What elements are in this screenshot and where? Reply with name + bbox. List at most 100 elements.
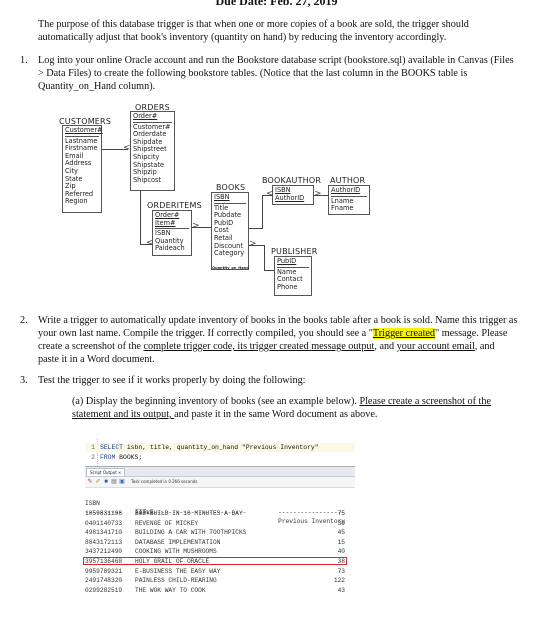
sql-keyword: FROM xyxy=(100,454,116,461)
cell-inventory: 122 xyxy=(333,577,345,585)
code-line: 1 SELECT isbn, title, quantity_on_hand "P… xyxy=(85,443,355,452)
table-row: 2491748320 PAINLESS CHILD-REARING 122 xyxy=(85,576,347,585)
export-icon[interactable]: ▣ xyxy=(119,479,125,485)
eraser-icon[interactable]: ✐ xyxy=(95,479,101,485)
books-field: Category xyxy=(214,249,245,258)
author-key: AuthorID xyxy=(331,186,367,197)
publisher-entity: PubID Name Contact Phone xyxy=(274,256,312,296)
orderitems-key-2: Item# xyxy=(155,219,189,230)
sql-editor: 1 SELECT isbn, title, quantity_on_hand "P… xyxy=(85,439,355,467)
publisher-key: PubID xyxy=(277,257,309,268)
cell-isbn: 9959789321 xyxy=(85,567,123,575)
cell-title: THE WOK WAY TO COOK xyxy=(135,586,206,594)
crowfoot-icon: < xyxy=(146,238,154,248)
crowfoot-icon: < xyxy=(123,143,131,153)
crowfoot-icon: > xyxy=(314,189,322,199)
step-2-underlined-2: your account email xyxy=(396,341,475,352)
books-quantity-on-hand-field: Quantity_on_Hand xyxy=(212,266,249,270)
step-2-underlined-1: complete trigger code, its trigger creat… xyxy=(143,341,375,352)
output-tab-bar: Script Output × xyxy=(85,467,355,477)
due-date-heading: Due Date: Feb. 27, 2019 xyxy=(215,0,338,8)
bookauthor-key-2: AuthorID xyxy=(275,193,305,202)
pin-icon[interactable]: ✎ xyxy=(87,479,93,485)
author-field: Fname xyxy=(331,204,354,213)
crowfoot-icon: < xyxy=(266,189,274,199)
books-entity: ISBN Title Pubdate PubID Cost Retail Discount… xyxy=(211,192,249,270)
sql-developer-screenshot: 1 SELECT isbn, title, quantity_on_hand "P… xyxy=(83,439,355,622)
orders-entity: Order# Customer# Orderdate Shipdate Shipstr… xyxy=(130,111,175,191)
sql-keyword: SELECT xyxy=(100,444,124,451)
cell-title: E-BUSINESS THE EASY WAY xyxy=(135,567,221,575)
step-1-text: Log into your online Oracle account and … xyxy=(38,55,514,92)
cell-inventory: 15 xyxy=(337,538,345,546)
table-row: 0401140733 REVENGE OF MICKEY 30 xyxy=(85,519,347,528)
save-icon[interactable]: ■ xyxy=(103,479,109,485)
cell-inventory: 30 xyxy=(337,519,345,527)
cell-title: BUILDING A CAR WITH TOOTHPICKS xyxy=(135,529,247,537)
cell-isbn: 4981341710 xyxy=(85,529,123,537)
output-header: ISBN TITLE Previous Inventory xyxy=(85,490,347,525)
trigger-created-highlight: Trigger created xyxy=(372,328,436,339)
step-2-text-c: , and xyxy=(374,341,397,352)
books-key: ISBN xyxy=(214,193,246,204)
cell-isbn: 2491748320 xyxy=(85,577,123,585)
table-row: 4981341710 BUILDING A CAR WITH TOOTHPICKS… xyxy=(85,528,347,537)
sql-code: isbn, title, quantity_on_hand "Previous … xyxy=(123,444,319,451)
orders-field: Shipcost xyxy=(133,175,162,184)
step-1: 1. Log into your online Oracle account a… xyxy=(20,54,518,93)
step-3a-text: (a) Display the beginning inventory of b… xyxy=(72,396,360,407)
tab-script-output[interactable]: Script Output × xyxy=(86,468,126,476)
customers-entity: Customer# Lastname Firstname Email Address C… xyxy=(62,125,103,213)
table-row: 8843172113 DATABASE IMPLEMENTATION 15 xyxy=(85,538,347,547)
sql-code: BOOKS; xyxy=(115,454,143,461)
rel-orders-orderitems xyxy=(140,191,141,244)
rel-books-publisher-v xyxy=(264,245,265,270)
table-row: 0299282519 THE WOK WAY TO COOK 43 xyxy=(85,586,347,595)
cell-isbn: 1059831198 xyxy=(85,510,123,517)
highlighted-row-box xyxy=(83,557,347,565)
cell-inventory: 45 xyxy=(337,529,345,537)
bookauthor-entity: ISBN AuthorID xyxy=(272,185,314,205)
customers-key: Customer# xyxy=(65,126,103,137)
step-3a: (a) Display the beginning inventory of b… xyxy=(72,395,512,421)
rel-books-publisher-h xyxy=(264,270,274,271)
publisher-field: Phone xyxy=(277,282,298,291)
rel-books-bookauthor xyxy=(249,228,262,229)
intro-paragraph: The purpose of this database trigger is … xyxy=(38,19,469,43)
crowfoot-icon: > xyxy=(192,221,200,231)
step-3a-text-2: and paste it in the same Word document a… xyxy=(174,409,378,420)
cell-isbn: 8843172113 xyxy=(85,538,123,546)
customers-field: Region xyxy=(65,197,88,206)
line-number: 2 xyxy=(91,454,95,461)
crowfoot-icon: > xyxy=(249,239,257,249)
cell-isbn: 3437212490 xyxy=(85,548,123,556)
cell-title: PAINLESS CHILD-REARING xyxy=(135,577,217,585)
orderitems-field: Paideach xyxy=(155,244,185,253)
output-separator: ---------- ------------------------------… xyxy=(85,509,345,516)
cell-isbn: 0299282519 xyxy=(85,586,123,594)
output-toolbar: ✎ ✐ ■ ▤ ▣ Task completed in 0.266 second… xyxy=(85,477,355,488)
table-row: 1059831198 BODYBUILD IN 10 MINUTES A DAY 7… xyxy=(85,509,347,518)
cell-isbn: 0401140733 xyxy=(85,519,123,527)
table-row: 3437212490 COOKING WITH MUSHROOMS 40 xyxy=(85,547,347,556)
cell-inventory: 75 xyxy=(337,510,345,517)
author-entity: AuthorID Lname Fname xyxy=(328,185,370,215)
orders-key: Order# xyxy=(133,112,172,123)
step-2: 2. Write a trigger to automatically upda… xyxy=(20,314,518,366)
line-number: 1 xyxy=(91,444,95,451)
step-number: 2. xyxy=(20,315,28,326)
print-icon[interactable]: ▤ xyxy=(111,479,117,485)
step-3: 3. Test the trigger to see if it works p… xyxy=(20,374,518,387)
cell-title: DATABASE IMPLEMENTATION xyxy=(135,538,221,546)
code-line: 2 FROM BOOKS; xyxy=(85,453,355,462)
cell-title: BODYBUILD IN 10 MINUTES A DAY xyxy=(135,510,243,517)
cell-title: REVENGE OF MICKEY xyxy=(135,519,199,527)
task-status: Task completed in 0.266 seconds xyxy=(131,479,198,484)
rel-books-bookauthor-v xyxy=(262,195,263,229)
orderitems-entity: Order# Item# ISBN Quantity Paideach xyxy=(152,210,192,256)
cell-inventory: 40 xyxy=(337,548,345,556)
cell-inventory: 73 xyxy=(337,567,345,575)
step-number: 1. xyxy=(20,55,28,66)
cell-title: COOKING WITH MUSHROOMS xyxy=(135,548,217,556)
step-number: 3. xyxy=(20,375,28,386)
